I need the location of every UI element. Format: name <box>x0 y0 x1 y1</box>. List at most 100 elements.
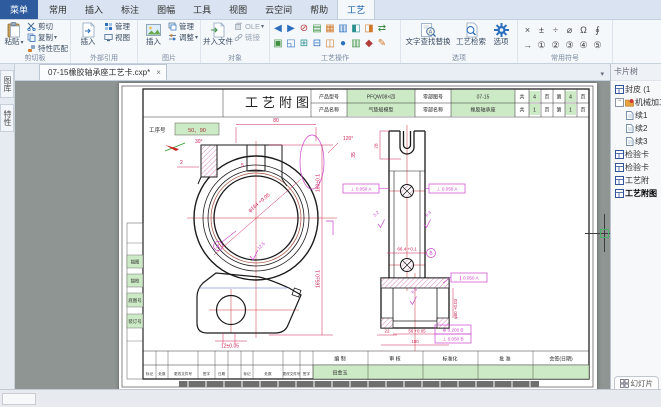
symbol-integral-button[interactable]: ∮ <box>590 23 605 38</box>
svg-text:页: 页 <box>544 108 549 114</box>
symbol-arrow-button[interactable]: → <box>520 38 535 53</box>
tab-overflow-icon[interactable]: ▾ <box>598 68 606 80</box>
xref-manage-label: 管理 <box>115 21 130 32</box>
options-button[interactable]: 选项 <box>489 21 513 46</box>
process-op-next-card-icon[interactable]: ▶ <box>285 23 297 35</box>
menu-tab-cloud[interactable]: 云空间 <box>256 0 301 19</box>
drawing-canvas[interactable]: 工艺附图 产品型号 PFQW08×四 零部图号 07-15 产品名称 气垫船模型… <box>15 81 610 392</box>
document-close-icon[interactable]: × <box>156 68 161 77</box>
ribbon-group-process-ops: ◀ ▶ ⊘ ▤ ▦ ▥ ◧ ◨ ⇄ ▣ ◱ ⊞ ⊟ ◫ ● ▥ ◆ <box>270 20 401 63</box>
xref-view-button[interactable]: 视图 <box>104 32 130 43</box>
find-replace-button[interactable]: A 文字查找替换 <box>403 21 453 46</box>
menu-tab-view[interactable]: 视图 <box>220 0 256 19</box>
image-adjust-button[interactable]: 调整 <box>168 32 198 43</box>
process-op-swap-card-icon[interactable]: ⇄ <box>376 23 388 35</box>
menu-tab-root[interactable]: 菜单 <box>0 0 38 19</box>
document-tab[interactable]: 07-15橡胶轴承座工艺卡.cxp* × <box>39 64 167 80</box>
process-op-card-manage-icon[interactable]: ▦ <box>324 23 336 35</box>
document-tab-bar: 07-15橡胶轴承座工艺卡.cxp* × ▾ <box>15 64 610 81</box>
ole-button[interactable]: OLE <box>234 21 264 32</box>
menu-tab-insert[interactable]: 插入 <box>76 0 112 19</box>
tree-item-cover[interactable]: 封皮 (1 <box>611 83 661 96</box>
svg-text:工序号: 工序号 <box>149 126 166 134</box>
folder-icon <box>625 98 634 107</box>
image-manage-button[interactable]: 管理 <box>168 21 198 32</box>
tree-item-machining[interactable]: − 机械加工 <box>611 96 661 109</box>
symbol-plusminus-button[interactable]: ± <box>534 23 549 38</box>
svg-text:1: 1 <box>569 108 572 114</box>
symbol-multiply-button[interactable]: × <box>520 23 535 38</box>
menu-tab-tools[interactable]: 工具 <box>184 0 220 19</box>
xref-insert-button[interactable]: 插入 <box>73 21 103 46</box>
svg-text:装订号: 装订号 <box>128 318 142 325</box>
command-input[interactable] <box>2 393 36 405</box>
tree-item-inspection2[interactable]: 检验卡 <box>611 161 661 174</box>
tree-item-attachment-active[interactable]: 工艺附图 <box>611 187 661 200</box>
merge-file-button[interactable]: 并入文件 <box>203 21 233 46</box>
sidebar-tab-library[interactable]: 图库 <box>0 70 14 98</box>
process-op-import-card-icon[interactable]: ◨ <box>363 23 375 35</box>
process-search-button[interactable]: 工艺检索 <box>453 21 489 46</box>
menu-tab-annotate[interactable]: 标注 <box>112 0 148 19</box>
svg-text:共: 共 <box>519 107 524 114</box>
svg-text:审 核: 审 核 <box>389 356 400 363</box>
svg-text:批 准: 批 准 <box>499 356 510 363</box>
process-card-sheet[interactable]: 工艺附图 产品型号 PFQW08×四 零部图号 07-15 产品名称 气垫船模型… <box>119 83 597 391</box>
symbol-diameter-button[interactable]: ⌀ <box>562 23 577 38</box>
link-button[interactable]: 链接 <box>234 32 264 43</box>
svg-text:第: 第 <box>556 94 561 101</box>
tree-item-attachment1[interactable]: 工艺附 <box>611 174 661 187</box>
svg-text:签字: 签字 <box>303 371 311 376</box>
symbol-circled4-button[interactable]: ④ <box>576 38 591 53</box>
tree-item-cont2[interactable]: 续2 <box>611 122 661 135</box>
process-op-edit-text-icon[interactable]: ✎ <box>376 38 388 50</box>
process-op-media-icon[interactable]: ● <box>337 38 349 50</box>
process-op-split-cell-icon[interactable]: ◫ <box>324 38 336 50</box>
menu-tab-common[interactable]: 常用 <box>40 0 76 19</box>
cut-button[interactable]: 剪切 <box>27 21 68 32</box>
document-column: 07-15橡胶轴承座工艺卡.cxp* × ▾ <box>15 64 610 392</box>
process-op-export-card-icon[interactable]: ◧ <box>350 23 362 35</box>
image-insert-button[interactable]: 插入 <box>140 21 167 46</box>
svg-text:1: 1 <box>533 108 536 114</box>
card-icon <box>615 163 624 172</box>
process-op-copy-card-icon[interactable]: ▥ <box>337 23 349 35</box>
menu-tab-process[interactable]: 工艺 <box>337 0 375 19</box>
process-op-edit-card-icon[interactable]: ▤ <box>311 23 323 35</box>
svg-text:气垫船模型: 气垫船模型 <box>368 107 393 114</box>
collapse-icon[interactable]: − <box>615 98 624 107</box>
symbol-circled1-button[interactable]: ① <box>534 38 549 53</box>
symbol-divide-button[interactable]: ÷ <box>548 23 563 38</box>
symbol-circled3-button[interactable]: ③ <box>562 38 577 53</box>
symbol-ohm-button[interactable]: Ω <box>576 23 591 38</box>
svg-text:产品名称: 产品名称 <box>319 107 339 114</box>
menu-tab-help[interactable]: 帮助 <box>301 0 337 19</box>
tree-item-cont1[interactable]: 续1 <box>611 109 661 122</box>
svg-text:4: 4 <box>533 95 536 101</box>
image-insert-label: 插入 <box>146 38 161 46</box>
process-op-add-row-icon[interactable]: ⊞ <box>298 38 310 50</box>
match-properties-button[interactable]: 特性匹配 <box>27 43 68 54</box>
process-op-table-grid-icon[interactable]: ▥ <box>350 38 362 50</box>
process-op-disable-icon[interactable]: ⊘ <box>298 23 310 35</box>
svg-text:底图号: 底图号 <box>128 297 142 304</box>
xref-manage-button[interactable]: 管理 <box>104 21 130 32</box>
process-op-remove-row-icon[interactable]: ⊟ <box>311 38 323 50</box>
menu-tab-frame[interactable]: 图幅 <box>148 0 184 19</box>
svg-text:页: 页 <box>580 108 585 114</box>
dimension-label: φ50 +0.03 <box>453 298 458 319</box>
tree-item-cont3[interactable]: 续3 <box>611 135 661 148</box>
process-op-symbol-icon[interactable]: ◆ <box>363 38 375 50</box>
symbol-circled2-button[interactable]: ② <box>548 38 563 53</box>
copy-button[interactable]: 复制 <box>27 32 68 43</box>
process-op-copy-row-icon[interactable]: ◱ <box>285 38 297 50</box>
paste-button[interactable]: 粘贴 <box>2 21 26 47</box>
process-op-prev-card-icon[interactable]: ◀ <box>272 23 284 35</box>
svg-text:描校: 描校 <box>131 278 140 285</box>
tree-item-inspection1[interactable]: 检验卡 <box>611 148 661 161</box>
symbol-circled5-button[interactable]: ⑤ <box>590 38 605 53</box>
sidebar-tab-properties[interactable]: 特性 <box>0 104 14 132</box>
dimension-label: 12±0.05 <box>221 344 239 350</box>
process-op-fill-card-icon[interactable]: ▣ <box>272 38 284 50</box>
group-label-object: 对象 <box>203 54 267 63</box>
